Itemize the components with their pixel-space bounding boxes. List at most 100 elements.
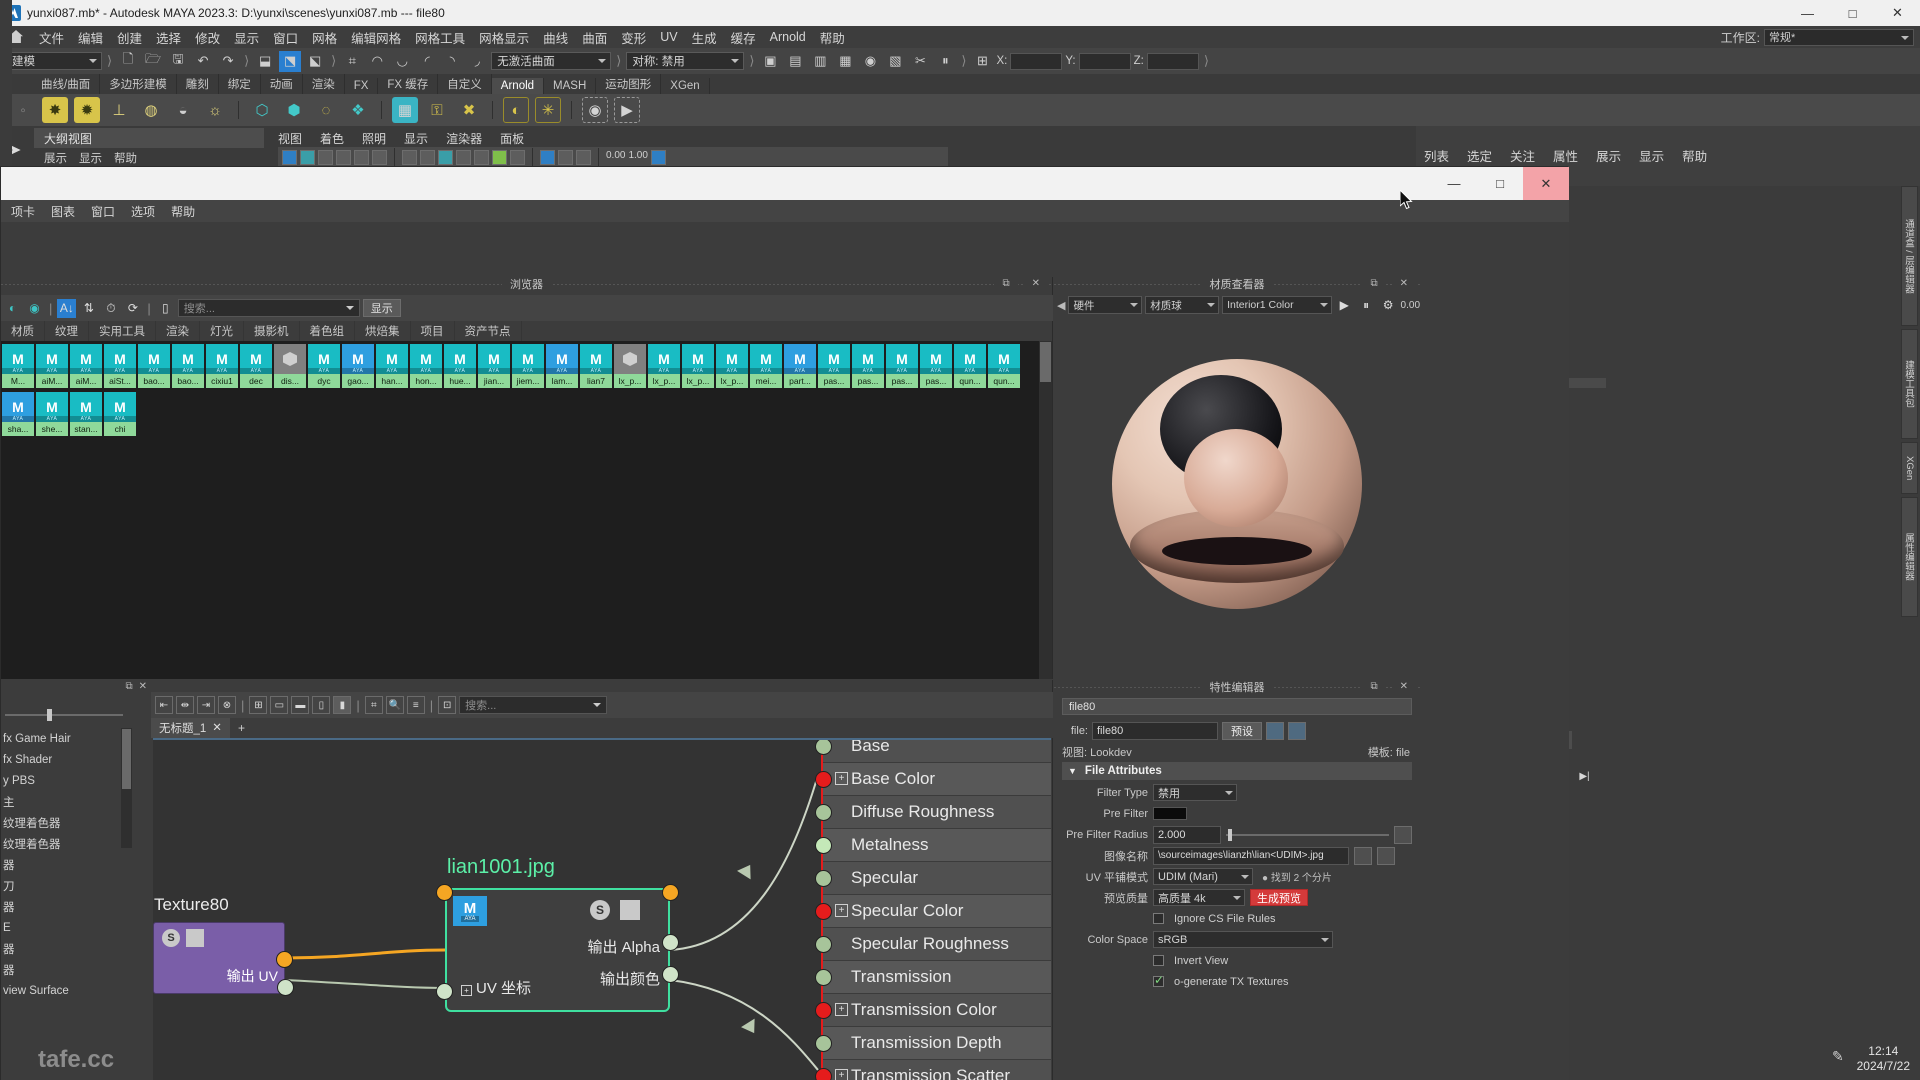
create-node-scroll-thumb[interactable]: [122, 729, 131, 789]
browser-scroll-thumb[interactable]: [1040, 342, 1051, 382]
swatch-thumbnail[interactable]: M AYA: [206, 344, 238, 374]
create-node-list-item[interactable]: 刀: [1, 875, 131, 896]
snap-curve-icon[interactable]: ◠: [366, 51, 388, 72]
swatch-thumbnail[interactable]: M AYA: [954, 344, 986, 374]
file-name-input[interactable]: file80: [1092, 721, 1218, 740]
browser-tab-textures[interactable]: 纹理: [45, 321, 89, 341]
shelf-tab-fx-cache[interactable]: FX 缓存: [378, 74, 439, 94]
render-view-icon[interactable]: ▧: [884, 51, 906, 72]
viewport-move-icon[interactable]: [336, 149, 351, 165]
node-editor-search-input[interactable]: 搜索...: [459, 696, 608, 714]
swatch-item[interactable]: M AYA pas...: [886, 344, 918, 390]
viewport-menu-renderer[interactable]: 渲染器: [446, 130, 482, 147]
browser-tab-cameras[interactable]: 摄影机: [244, 321, 300, 341]
texture-node-uv-port[interactable]: [277, 979, 294, 996]
shelf-tab-arnold[interactable]: Arnold: [491, 78, 545, 94]
attribute-port[interactable]: [815, 804, 832, 821]
swatch-thumbnail[interactable]: M AYA: [2, 392, 34, 422]
swatch-item[interactable]: M AYA lx_p...: [648, 344, 680, 390]
texture-node[interactable]: Texture80 S 输出 UV: [153, 895, 294, 996]
browser-close-icon[interactable]: ✕: [1023, 278, 1048, 289]
texture-node-menu-icon[interactable]: [186, 929, 204, 947]
shelf-tab-animation[interactable]: 动画: [261, 74, 303, 94]
swatch-thumbnail[interactable]: M AYA: [580, 344, 612, 374]
image-name-input[interactable]: \sourceimages\lianzh\lian<UDIM>.jpg: [1153, 846, 1349, 865]
swatch-item[interactable]: M AYA qun...: [954, 344, 986, 390]
ne-rearrange-icon[interactable]: ⊞: [249, 696, 268, 714]
viewport-light-icon[interactable]: [456, 149, 471, 165]
swatch-item[interactable]: lx_p...: [614, 344, 646, 390]
swatch-item[interactable]: M AYA jian...: [478, 344, 510, 390]
browser-scrollbar[interactable]: [1039, 341, 1052, 679]
property-combo[interactable]: UDIM (Mari): [1153, 868, 1253, 885]
swatch-item[interactable]: M AYA hon...: [410, 344, 442, 390]
swatch-item[interactable]: M AYA chi: [104, 392, 136, 438]
arnold-standin-export-icon[interactable]: ⬢: [281, 97, 307, 123]
viewport-film-icon[interactable]: [576, 149, 591, 165]
browse-file-button[interactable]: [1354, 846, 1372, 865]
select-by-component-icon[interactable]: ⬕: [304, 51, 326, 72]
snap-active-icon[interactable]: ◞: [466, 51, 488, 72]
property-number-input[interactable]: 2.000: [1153, 825, 1221, 844]
create-node-list-item[interactable]: 纹理着色器: [1, 833, 131, 854]
copy-tab-icon[interactable]: [1288, 721, 1306, 740]
viewport-field-a[interactable]: 0.00: [606, 150, 625, 165]
shader-attribute-row[interactable]: + Specular Color: [815, 895, 1051, 928]
shader-attribute-row[interactable]: + Base Color: [815, 763, 1051, 796]
menu-item-display[interactable]: 显示: [227, 26, 266, 49]
menu-item-cache[interactable]: 缓存: [724, 26, 763, 49]
property-combo[interactable]: 禁用: [1153, 784, 1237, 801]
tab-xgen[interactable]: XGen: [1901, 442, 1918, 494]
shelf-tab-fx[interactable]: FX: [345, 78, 379, 94]
sort-reverse-icon[interactable]: ⇅: [79, 299, 98, 318]
environment-combo[interactable]: Interior1 Color: [1222, 296, 1332, 314]
material-preview-canvas[interactable]: [1058, 319, 1416, 649]
create-node-list-item[interactable]: fx Shader: [1, 749, 131, 770]
shader-attribute-row[interactable]: Specular: [815, 862, 1051, 895]
shelf-tab-custom[interactable]: 自定义: [438, 74, 492, 94]
texture-node-output-port[interactable]: [276, 951, 293, 968]
right-menu-selected[interactable]: 选定: [1467, 146, 1492, 165]
shader-attribute-row[interactable]: Diffuse Roughness: [815, 796, 1051, 829]
node-editor-tab-close-icon[interactable]: ✕: [212, 720, 222, 736]
swatch-thumbnail[interactable]: M AYA: [36, 344, 68, 374]
ne-input-output-icon[interactable]: ⇹: [176, 696, 194, 714]
hypershade-minimize-button[interactable]: —: [1431, 167, 1477, 200]
tab-attribute-editor[interactable]: 属性编辑器: [1901, 497, 1918, 617]
create-node-list-item[interactable]: 器: [1, 854, 131, 875]
arnold-play-icon[interactable]: ▶: [614, 97, 640, 123]
redo-icon[interactable]: ↷: [217, 51, 239, 72]
browser-tab-materials[interactable]: 材质: [1, 321, 45, 341]
shader-attribute-row[interactable]: + Transmission Scatter: [815, 1060, 1051, 1080]
menu-item-curves[interactable]: 曲线: [536, 26, 575, 49]
render-current-frame-icon[interactable]: ▣: [759, 51, 781, 72]
file-attributes-section-header[interactable]: ▼ File Attributes: [1062, 762, 1412, 780]
swatch-item[interactable]: M AYA lam...: [546, 344, 578, 390]
sort-by-time-icon[interactable]: ⏱: [101, 299, 120, 318]
refresh-icon[interactable]: ⟳: [123, 299, 142, 318]
swatch-size-icon[interactable]: ▯: [156, 299, 175, 318]
arnold-light-portal-icon[interactable]: ◒: [170, 97, 196, 123]
shelf-tab-rendering[interactable]: 渲染: [303, 74, 345, 94]
attribute-port[interactable]: [815, 969, 832, 986]
propeditor-undock-icon[interactable]: ⧉: [1362, 681, 1386, 692]
ne-pick-walk-icon[interactable]: 🔍: [385, 696, 404, 714]
property-checkbox[interactable]: [1153, 973, 1164, 987]
new-scene-icon[interactable]: 🗋: [117, 51, 139, 72]
arnold-mesh-light-icon[interactable]: ✹: [74, 97, 100, 123]
property-color-swatch[interactable]: [1153, 807, 1187, 820]
swatch-item[interactable]: M AYA pas...: [920, 344, 952, 390]
menu-item-mesh-display[interactable]: 网格显示: [472, 26, 536, 49]
section-collapse-icon[interactable]: ▼: [1068, 766, 1077, 776]
go-to-end-icon[interactable]: ▶|: [1576, 768, 1593, 785]
symmetry-combo[interactable]: 对称: 禁用: [626, 52, 745, 70]
viewport-scale-icon[interactable]: [372, 149, 387, 165]
arnold-remove-icon[interactable]: ✖: [456, 97, 482, 123]
tab-modeling-toolkit[interactable]: 建模工具包: [1901, 329, 1918, 439]
swatch-thumbnail[interactable]: M AYA: [920, 344, 952, 374]
viewport-texture-icon[interactable]: [438, 149, 453, 165]
create-node-size-slider[interactable]: [5, 708, 123, 722]
shader-attribute-row[interactable]: Transmission: [815, 961, 1051, 994]
hypershade-maximize-button[interactable]: □: [1477, 167, 1523, 200]
browser-undock-icon[interactable]: ⧉: [994, 278, 1018, 289]
